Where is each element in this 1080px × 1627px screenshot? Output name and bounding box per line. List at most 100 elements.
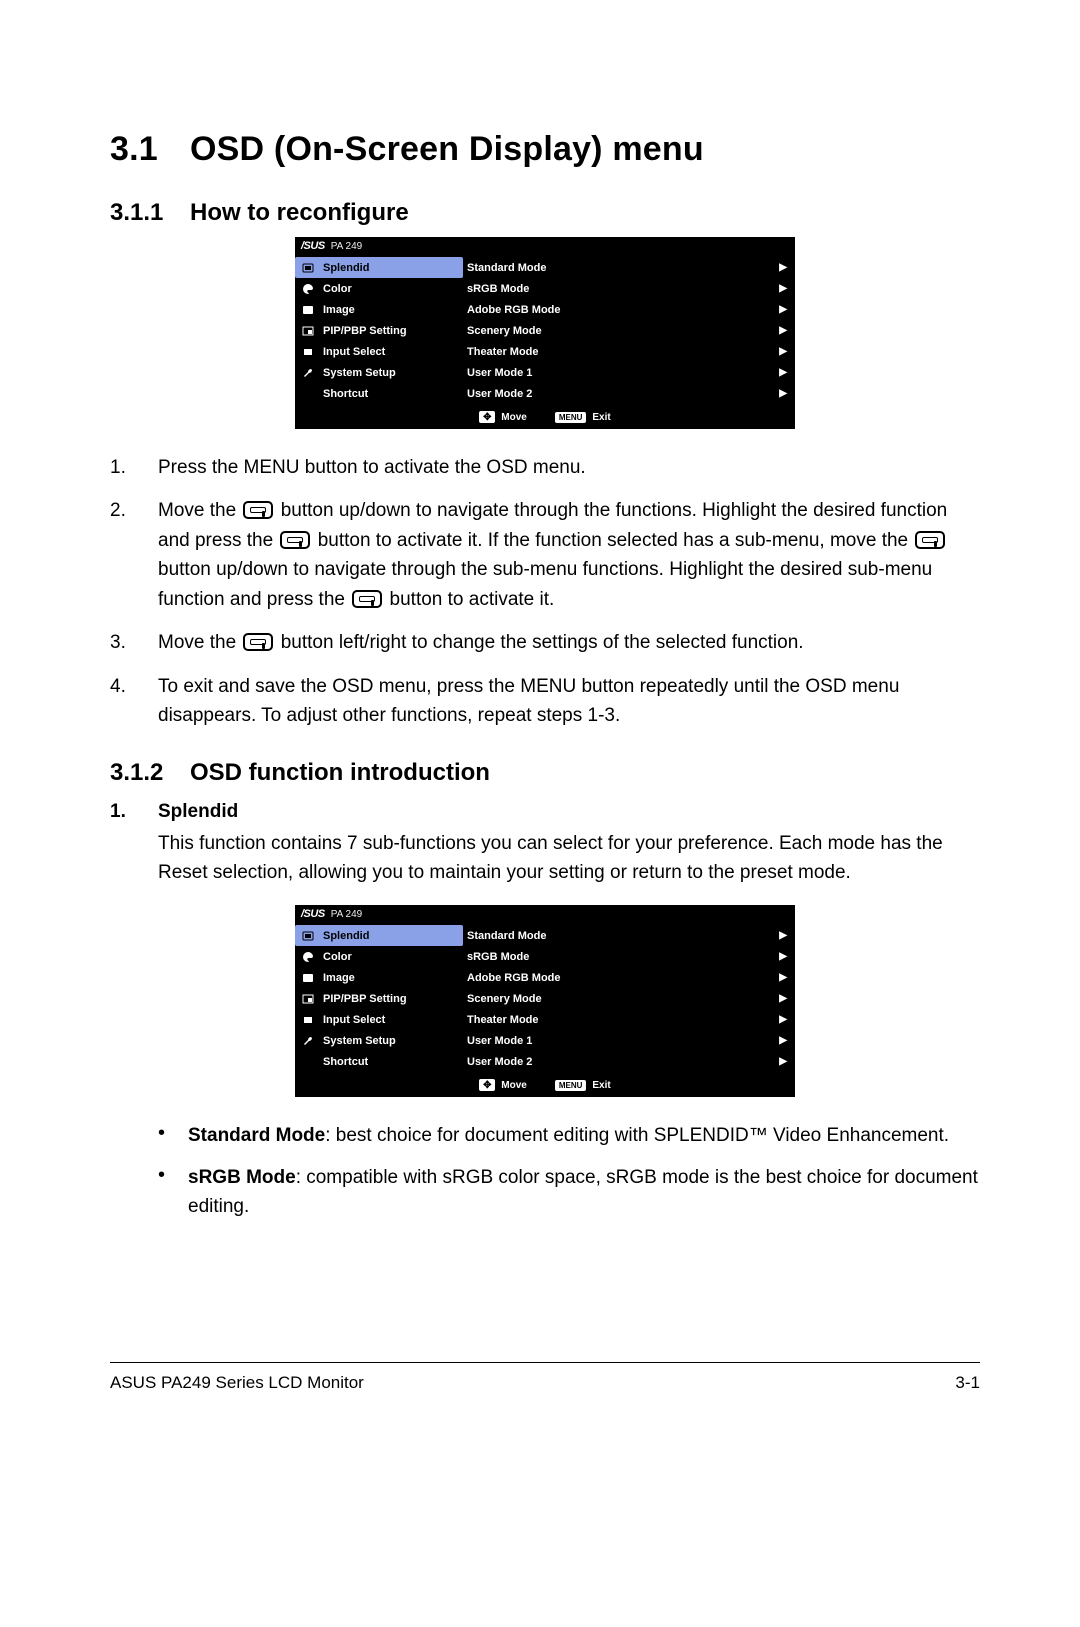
palette-icon [299,951,317,963]
menu-button-icon: MENU [555,1080,587,1091]
osd-option: Standard Mode▶ [467,257,787,278]
osd-option: Scenery Mode▶ [467,988,787,1009]
mode-desc: : best choice for document editing with … [325,1125,949,1146]
item-number: 1. [110,801,158,823]
osd-menu-item: Image [295,967,463,988]
osd-option: Standard Mode▶ [467,925,787,946]
chevron-right-icon: ▶ [779,1035,787,1046]
subsection-title: OSD function introduction [190,759,490,787]
list-item: 3. Move the button left/right to change … [110,628,980,657]
osd-screenshot: /SUS PA 249 Splendid Color Image [295,237,795,429]
subsection-number: 3.1.2 [110,759,190,787]
list-item: • sRGB Mode: compatible with sRGB color … [158,1163,980,1222]
osd-option: User Mode 1▶ [467,362,787,383]
chevron-right-icon: ▶ [779,346,787,357]
osd-left-menu: Splendid Color Image PIP/PBP Setting Inp… [295,255,463,406]
osd-option: Scenery Mode▶ [467,320,787,341]
pip-icon [299,325,317,337]
osd-menu-item: System Setup [295,1030,463,1051]
brand-logo: /SUS [301,240,325,252]
chevron-right-icon: ▶ [779,283,787,294]
item-title: Splendid [158,801,238,823]
osd-left-menu: Splendid Color Image PIP/PBP Setting Inp… [295,923,463,1074]
osd-menu-item: System Setup [295,362,463,383]
subsection-number: 3.1.1 [110,199,190,227]
mode-name: Standard Mode [188,1125,325,1146]
section-title: OSD (On-Screen Display) menu [190,130,704,169]
subsection-heading: 3.1.2 OSD function introduction [110,759,980,787]
model-label: PA 249 [331,909,363,920]
splendid-icon [299,262,317,274]
step-text: Move the button left/right to change the… [158,628,980,657]
osd-menu-item: Input Select [295,341,463,362]
osd-option: User Mode 1▶ [467,1030,787,1051]
chevron-right-icon: ▶ [779,367,787,378]
wrench-icon [299,1035,317,1047]
footer-right: 3-1 [955,1373,980,1393]
chevron-right-icon: ▶ [779,951,787,962]
osd-option: Theater Mode▶ [467,1009,787,1030]
osd-option: Theater Mode▶ [467,341,787,362]
palette-icon [299,283,317,295]
mode-name: sRGB Mode [188,1167,296,1188]
move-label: Move [501,412,527,423]
osd-menu-label: System Setup [317,367,396,379]
osd-footer: ✥Move MENUExit [295,406,795,429]
menu-button-icon: MENU [555,412,587,423]
shortcut-icon [299,1056,317,1068]
osd-header: /SUS PA 249 [295,905,795,923]
osd-menu-item: Image [295,299,463,320]
osd-menu-item: Shortcut [295,383,463,404]
list-item: 2. Move the button up/down to navigate t… [110,496,980,614]
osd-header: /SUS PA 249 [295,237,795,255]
step-text: Move the button up/down to navigate thro… [158,496,980,614]
step-text: To exit and save the OSD menu, press the… [158,672,980,731]
osd-menu-item: Color [295,278,463,299]
section-number: 3.1 [110,130,190,169]
list-item: 4. To exit and save the OSD menu, press … [110,672,980,731]
osd-option: User Mode 2▶ [467,1051,787,1072]
osd-right-menu: Standard Mode▶ sRGB Mode▶ Adobe RGB Mode… [463,255,795,406]
list-item: 1. Press the MENU button to activate the… [110,453,980,482]
chevron-right-icon: ▶ [779,262,787,273]
chevron-right-icon: ▶ [779,1056,787,1067]
osd-menu-item: Shortcut [295,1051,463,1072]
osd-menu-item: PIP/PBP Setting [295,320,463,341]
osd-menu-item: Color [295,946,463,967]
osd-screenshot: /SUS PA 249 Splendid Color Image PIP/PBP… [295,905,795,1097]
bullet-icon: • [158,1121,188,1150]
brand-logo: /SUS [301,908,325,920]
paragraph: This function contains 7 sub-functions y… [158,829,980,888]
item-heading: 1. Splendid [110,801,980,823]
splendid-icon [299,930,317,942]
joystick-icon [243,501,273,519]
osd-menu-label: PIP/PBP Setting [317,325,407,337]
osd-right-menu: Standard Mode▶ sRGB Mode▶ Adobe RGB Mode… [463,923,795,1074]
chevron-right-icon: ▶ [779,993,787,1004]
list-item: • Standard Mode: best choice for documen… [158,1121,980,1150]
image-icon [299,304,317,316]
osd-option: sRGB Mode▶ [467,946,787,967]
osd-option: sRGB Mode▶ [467,278,787,299]
exit-label: Exit [592,412,610,423]
osd-menu-label: Color [317,283,352,295]
osd-option: User Mode 2▶ [467,383,787,404]
footer-left: ASUS PA249 Series LCD Monitor [110,1373,364,1393]
input-icon [299,346,317,358]
joystick-icon [352,590,382,608]
osd-menu-label: Input Select [317,346,385,358]
chevron-right-icon: ▶ [779,325,787,336]
chevron-right-icon: ▶ [779,972,787,983]
step-number: 3. [110,628,158,657]
image-icon [299,972,317,984]
joystick-icon [915,531,945,549]
osd-menu-label: Image [317,304,355,316]
subsection-title: How to reconfigure [190,199,409,227]
mode-desc: : compatible with sRGB color space, sRGB… [188,1167,978,1217]
step-number: 1. [110,453,158,482]
osd-option: Adobe RGB Mode▶ [467,967,787,988]
osd-footer: ✥Move MENUExit [295,1074,795,1097]
osd-menu-label: Splendid [317,262,369,274]
steps-list: 1. Press the MENU button to activate the… [110,453,980,731]
pip-icon [299,993,317,1005]
